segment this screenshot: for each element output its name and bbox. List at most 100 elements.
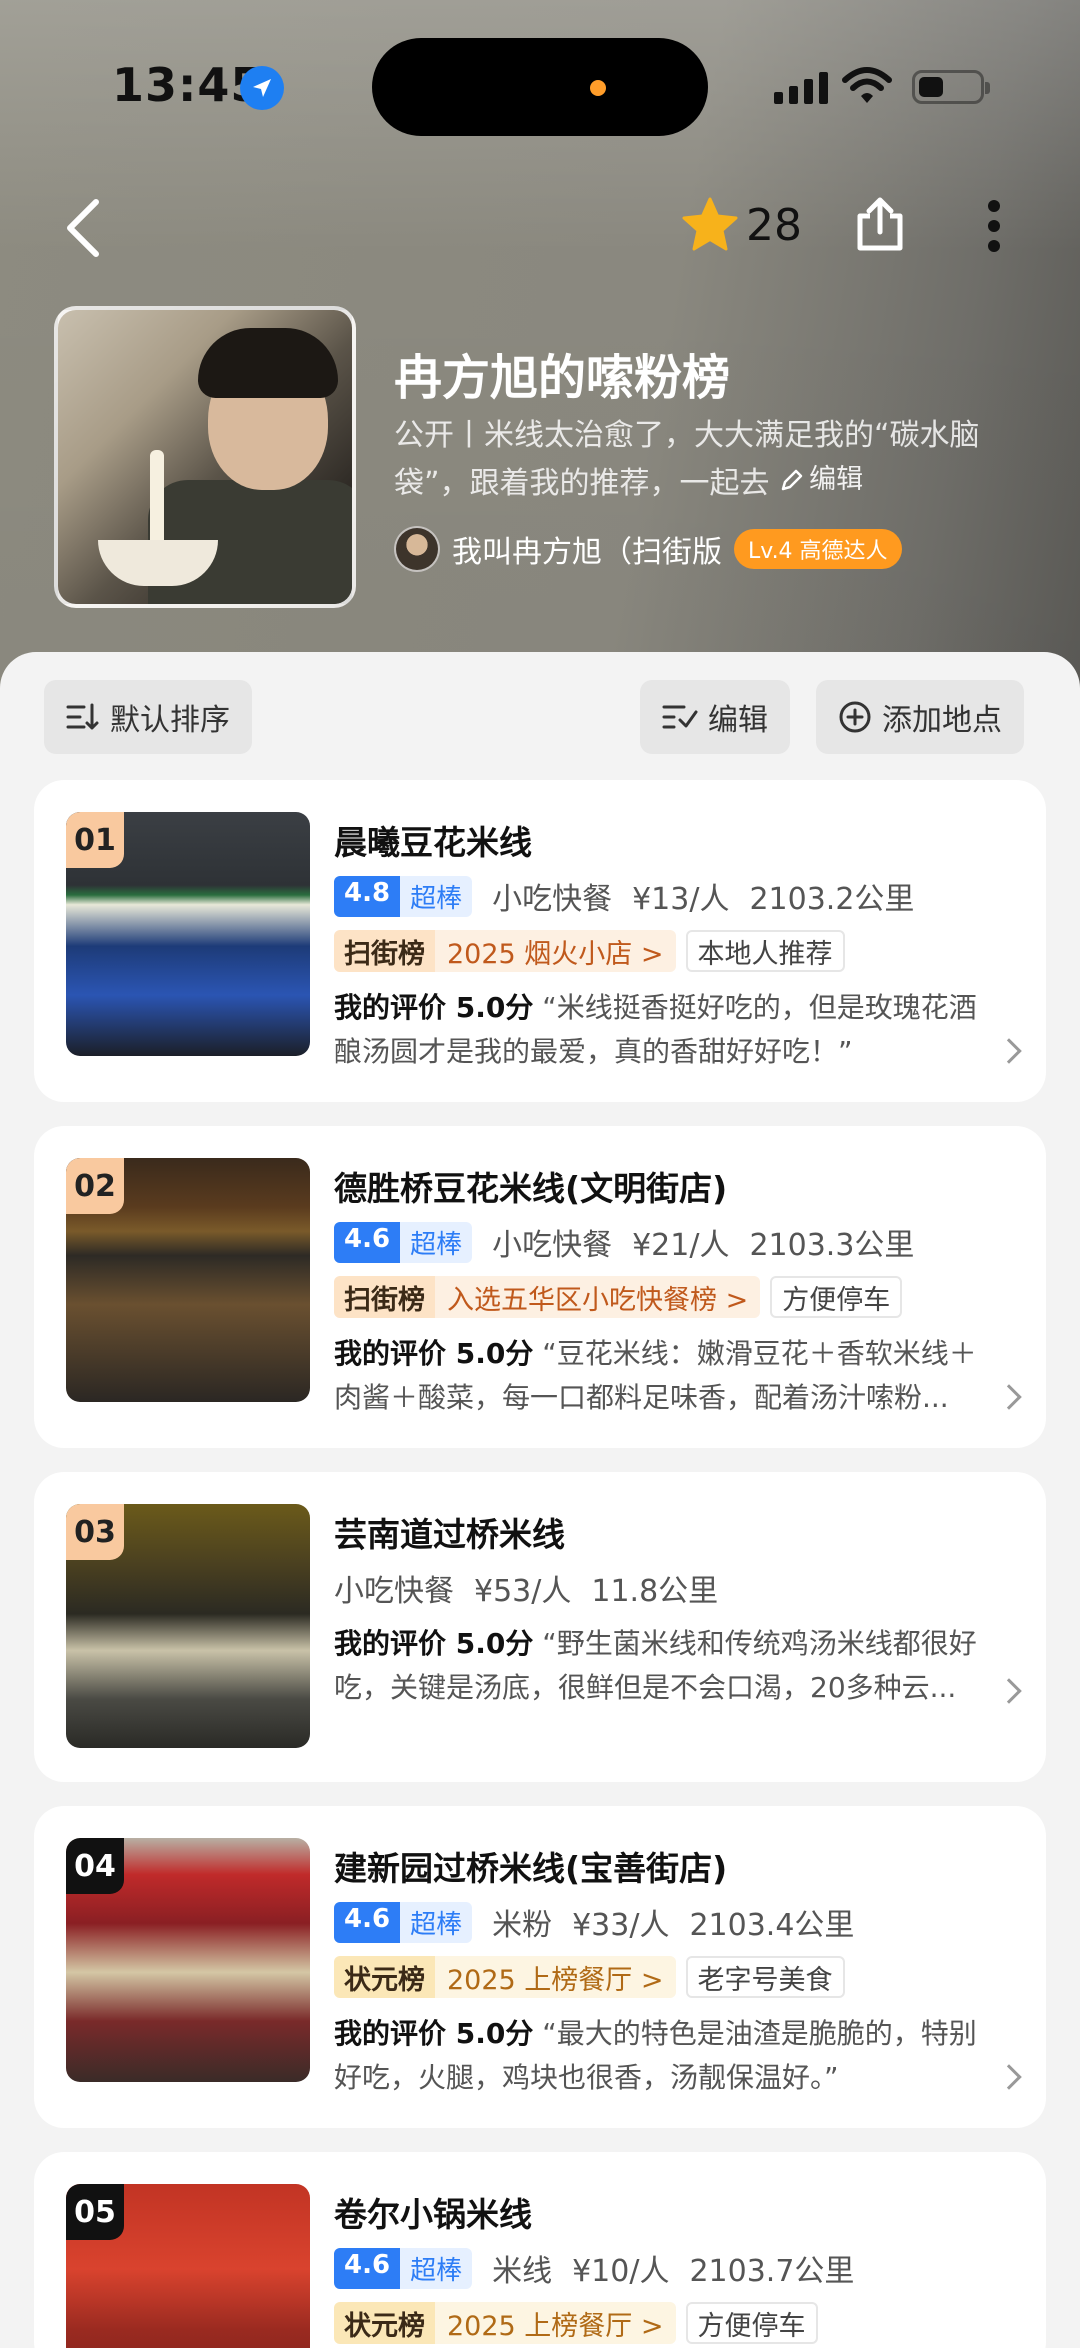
place-price: ¥21/人 xyxy=(632,1228,730,1263)
place-category: 小吃快餐 xyxy=(334,1574,454,1609)
rating-score: 4.6 xyxy=(334,1221,401,1263)
author-avatar xyxy=(394,526,440,572)
place-category: 米粉 xyxy=(492,1908,553,1943)
favorite-count: 28 xyxy=(746,200,802,251)
honor-brand: 扫街榜 xyxy=(334,1276,435,1318)
rating-label: 超棒 xyxy=(400,1221,473,1263)
place-price: ¥53/人 xyxy=(474,1574,572,1609)
review-score-label: 我的评价 5.0分 xyxy=(334,991,534,1024)
plus-circle-icon xyxy=(839,701,871,733)
place-distance: 2103.7公里 xyxy=(689,2254,855,2289)
back-button[interactable] xyxy=(60,196,110,260)
place-photo: 01 xyxy=(66,812,310,1056)
add-place-button[interactable]: 添加地点 xyxy=(816,680,1024,754)
place-price: ¥10/人 xyxy=(572,2254,670,2289)
place-card[interactable]: 02 德胜桥豆花米线(文明街店) 4.6 超棒 小吃快餐 ¥21/人 2103.3… xyxy=(34,1126,1046,1448)
place-name: 芸南道过桥米线 xyxy=(334,1515,565,1554)
place-card[interactable]: 01 晨曦豆花米线 4.8 超棒 小吃快餐 ¥13/人 2103.2公里 扫街榜 2… xyxy=(34,780,1046,1102)
place-name: 晨曦豆花米线 xyxy=(334,823,532,862)
ranking-honor[interactable]: 扫街榜 2025 烟火小店 > xyxy=(334,930,676,972)
place-price: ¥33/人 xyxy=(572,1908,670,1943)
location-arrow-icon xyxy=(240,66,284,110)
rank-badge: 05 xyxy=(66,2184,124,2240)
rating-badge: 4.6 超棒 xyxy=(334,1901,473,1943)
my-review: 我的评价 5.0分 “米线挺香挺好吃的，但是玫瑰花酒酿汤圆才是我的最爱，真的香甜… xyxy=(334,986,1004,1074)
place-photo: 03 xyxy=(66,1504,310,1748)
review-score-label: 我的评价 5.0分 xyxy=(334,1337,534,1370)
honor-brand: 状元榜 xyxy=(334,2302,435,2344)
rank-badge: 04 xyxy=(66,1838,124,1894)
place-photo: 02 xyxy=(66,1158,310,1402)
rating-label: 超棒 xyxy=(400,2247,473,2289)
feature-tag: 本地人推荐 xyxy=(685,930,845,972)
author-name: 我叫冉方旭（扫街版 xyxy=(452,535,722,570)
place-name: 卷尔小锅米线 xyxy=(334,2195,532,2234)
place-meta: 4.6 超棒 米粉 ¥33/人 2103.4公里 xyxy=(334,1900,854,1944)
honor-text: 2025 上榜餐厅 > xyxy=(435,2302,676,2344)
rating-label: 超棒 xyxy=(400,875,473,917)
place-distance: 2103.3公里 xyxy=(749,1228,915,1263)
honor-text: 入选五华区小吃快餐榜 > xyxy=(435,1276,761,1318)
tag-row: 扫街榜 入选五华区小吃快餐榜 > 方便停车 xyxy=(334,1276,903,1318)
place-meta: 4.6 超棒 小吃快餐 ¥21/人 2103.3公里 xyxy=(334,1220,914,1264)
place-price: ¥13/人 xyxy=(632,882,730,917)
honor-text: 2025 烟火小店 > xyxy=(435,930,676,972)
ranking-honor[interactable]: 状元榜 2025 上榜餐厅 > xyxy=(334,2302,676,2344)
list-title: 冉方旭的嗦粉榜 xyxy=(394,350,731,406)
author-row[interactable]: 我叫冉方旭（扫街版 Lv.4 高德达人 xyxy=(394,526,902,572)
place-card[interactable]: 04 建新园过桥米线(宝善街店) 4.6 超棒 米粉 ¥33/人 2103.4公里… xyxy=(34,1806,1046,2128)
sort-button[interactable]: 默认排序 xyxy=(44,680,252,754)
pencil-icon xyxy=(781,469,803,491)
place-meta: 4.6 超棒 米线 ¥10/人 2103.7公里 xyxy=(334,2246,854,2290)
place-category: 小吃快餐 xyxy=(492,882,613,917)
place-name: 建新园过桥米线(宝善街店) xyxy=(334,1849,728,1888)
place-meta: 小吃快餐 ¥53/人 11.8公里 xyxy=(334,1566,718,1610)
place-card[interactable]: 05 卷尔小锅米线 4.6 超棒 米线 ¥10/人 2103.7公里 状元榜 202… xyxy=(34,2152,1046,2348)
ranking-honor[interactable]: 状元榜 2025 上榜餐厅 > xyxy=(334,1956,676,1998)
place-distance: 2103.4公里 xyxy=(689,1908,855,1943)
edit-list-icon xyxy=(662,705,698,729)
edit-description-label: 编辑 xyxy=(809,464,864,495)
more-options-icon[interactable] xyxy=(984,200,1004,252)
place-card[interactable]: 03 芸南道过桥米线 小吃快餐 ¥53/人 11.8公里 我的评价 5.0分 “… xyxy=(34,1472,1046,1782)
sort-icon xyxy=(66,703,99,730)
rating-badge: 4.6 超棒 xyxy=(334,2247,473,2289)
place-category: 米线 xyxy=(492,2254,553,2289)
feature-tag: 老字号美食 xyxy=(685,1956,845,1998)
edit-list-button[interactable]: 编辑 xyxy=(640,680,790,754)
tag-row: 状元榜 2025 上榜餐厅 > 方便停车 xyxy=(334,2302,818,2344)
rating-badge: 4.6 超棒 xyxy=(334,1221,473,1263)
edit-description-link[interactable]: 编辑 xyxy=(779,458,863,502)
level-badge: Lv.4 高德达人 xyxy=(734,529,902,569)
wifi-icon xyxy=(842,66,892,110)
honor-brand: 状元榜 xyxy=(334,1956,435,1998)
place-photo: 05 xyxy=(66,2184,310,2348)
honor-brand: 扫街榜 xyxy=(334,930,435,972)
ranking-honor[interactable]: 扫街榜 入选五华区小吃快餐榜 > xyxy=(334,1276,761,1318)
place-category: 小吃快餐 xyxy=(492,1228,613,1263)
my-review: 我的评价 5.0分 “野生菌米线和传统鸡汤米线都很好吃，关键是汤底，很鲜但是不会… xyxy=(334,1622,1004,1710)
favorite-star-icon[interactable] xyxy=(680,196,740,258)
place-name: 德胜桥豆花米线(文明街店) xyxy=(334,1169,728,1208)
feature-tag: 方便停车 xyxy=(770,1276,903,1318)
tag-row: 状元榜 2025 上榜餐厅 > 老字号美食 xyxy=(334,1956,845,1998)
feature-tag: 方便停车 xyxy=(685,2302,818,2344)
rating-score: 4.6 xyxy=(334,2247,401,2289)
place-distance: 2103.2公里 xyxy=(749,882,915,917)
battery-icon xyxy=(912,70,990,104)
sort-label: 默认排序 xyxy=(110,703,230,738)
review-score-label: 我的评价 5.0分 xyxy=(334,1627,534,1660)
rank-badge: 02 xyxy=(66,1158,124,1214)
edit-list-label: 编辑 xyxy=(708,703,768,738)
rating-label: 超棒 xyxy=(400,1901,473,1943)
list-cover-image xyxy=(54,306,356,608)
review-score-label: 我的评价 5.0分 xyxy=(334,2017,534,2050)
rating-badge: 4.8 超棒 xyxy=(334,875,473,917)
rank-badge: 03 xyxy=(66,1504,124,1560)
share-icon[interactable] xyxy=(852,196,908,258)
cellular-signal-icon xyxy=(774,70,828,104)
rating-score: 4.8 xyxy=(334,875,401,917)
place-distance: 11.8公里 xyxy=(591,1574,719,1609)
list-description: 公开丨米线太治愈了，大大满足我的“碳水脑袋”，跟着我的推荐，一起去 编辑 xyxy=(394,414,1004,506)
my-review: 我的评价 5.0分 “最大的特色是油渣是脆脆的，特别好吃，火腿，鸡块也很香，汤靓… xyxy=(334,2012,1004,2100)
